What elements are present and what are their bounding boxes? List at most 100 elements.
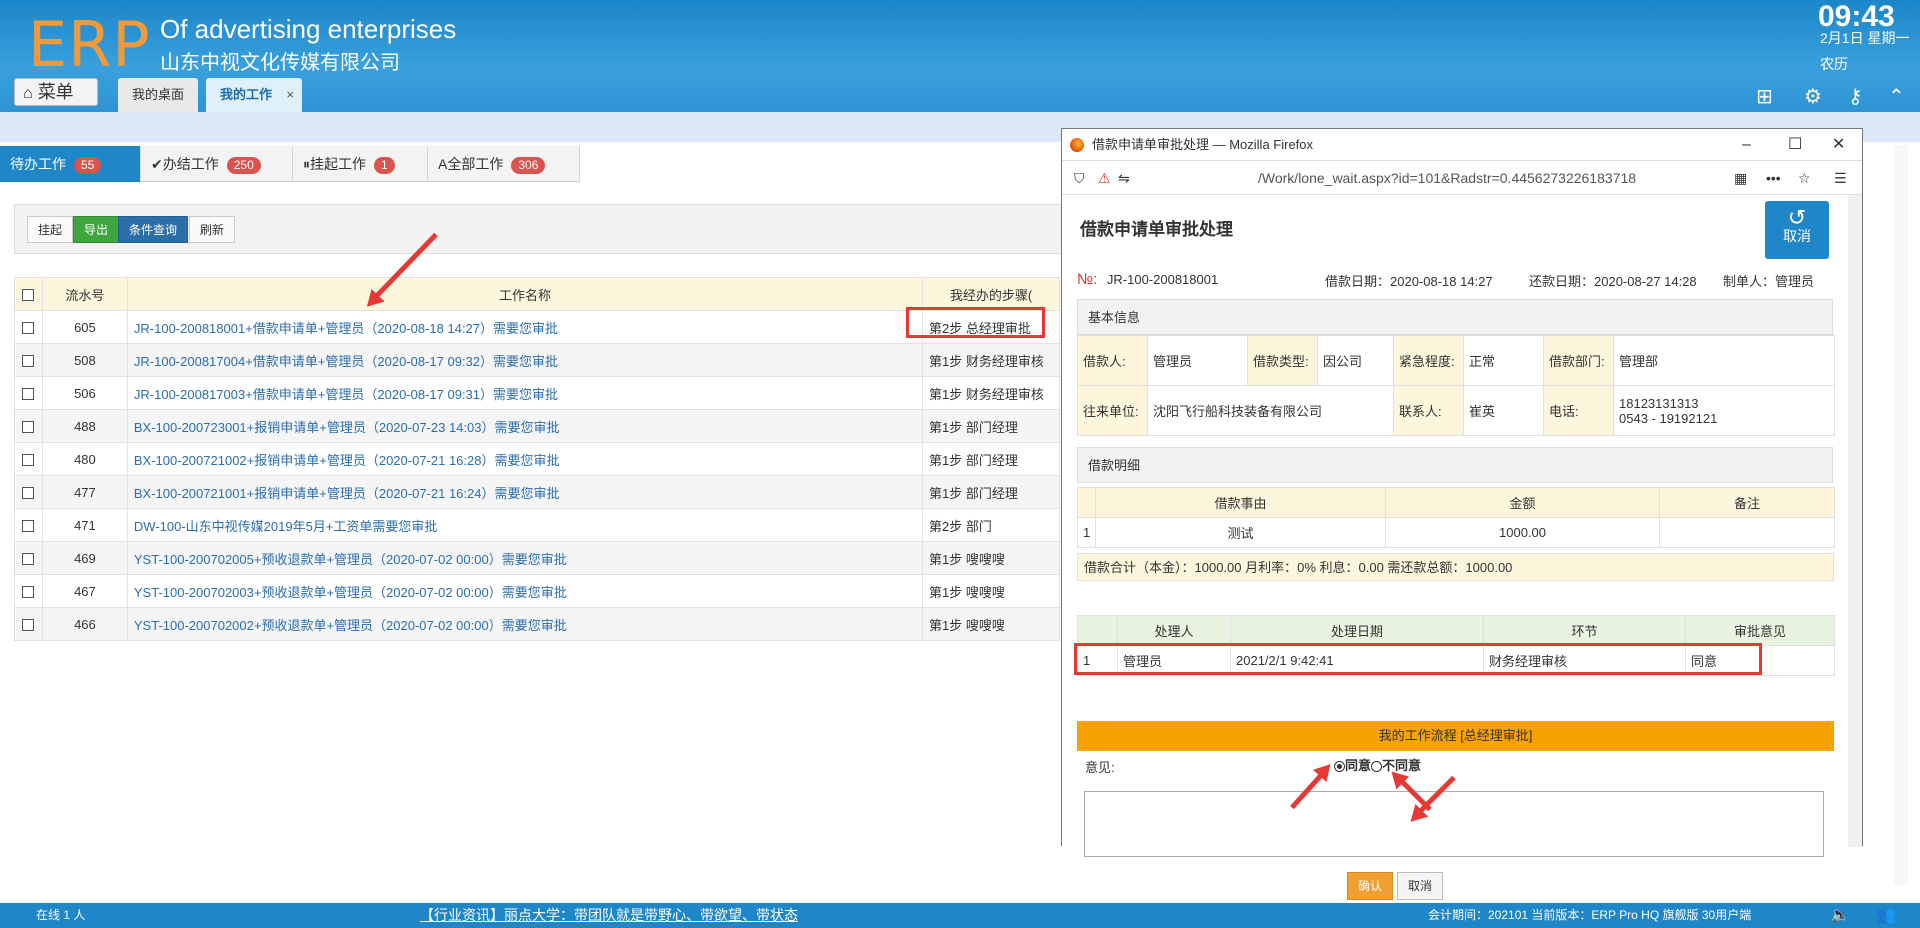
row-step: 第1步 部门经理 [922, 442, 1060, 476]
table-row[interactable]: 488 BX-100-200723001+报销申请单+管理员（2020-07-23… [14, 409, 1060, 443]
insecure-lock-icon[interactable]: ⚠ [1098, 161, 1111, 195]
table-row[interactable]: 469 YST-100-200702005+预收退款单+管理员（2020-07-0… [14, 541, 1060, 575]
close-icon[interactable]: × [286, 78, 294, 112]
more-icon[interactable]: ••• [1766, 161, 1781, 195]
row-select-cell[interactable] [14, 442, 43, 476]
work-item-link[interactable]: YST-100-200702005+预收退款单+管理员（2020-07-02 0… [134, 552, 567, 567]
tab-done-work[interactable]: ✔办结工作 250 [141, 146, 293, 182]
close-icon[interactable]: ✕ [1832, 129, 1845, 161]
pause-icon: ⏸ [303, 156, 310, 172]
col-header: 借款事由 [1095, 487, 1386, 518]
row-checkbox[interactable] [22, 520, 35, 533]
url-bar[interactable]: ⛉ ⚠ ⇋ /Work/lone_wait.aspx?id=101&Radstr… [1062, 161, 1862, 195]
basic-info-table: 借款人: 管理员 借款类型: 因公司 紧急程度: 正常 借款部门: 管理部 往来… [1077, 335, 1835, 436]
tab-all-work[interactable]: A全部工作 306 [428, 146, 580, 182]
col-header: 工作名称 [126, 277, 924, 311]
work-item-link[interactable]: BX-100-200721001+报销申请单+管理员（2020-07-21 16… [134, 486, 560, 501]
table-row[interactable]: 508 JR-100-200817004+借款申请单+管理员（2020-08-17… [14, 343, 1060, 377]
tab-my-desktop[interactable]: 我的桌面 [118, 78, 199, 112]
row-checkbox[interactable] [22, 322, 35, 335]
row-name: YST-100-200702003+预收退款单+管理员（2020-07-02 0… [126, 574, 924, 608]
company-name-cn: 山东中视文化传媒有限公司 [160, 52, 400, 74]
work-item-link[interactable]: YST-100-200702003+预收退款单+管理员（2020-07-02 0… [134, 585, 567, 600]
popup-scrollbar[interactable] [1848, 195, 1862, 847]
row-select-cell[interactable] [14, 343, 43, 377]
table-row[interactable]: 467 YST-100-200702003+预收退款单+管理员（2020-07-0… [14, 574, 1060, 608]
tab-pending-work[interactable]: 待办工作 55 [0, 146, 141, 182]
table-row[interactable]: 605 JR-100-200818001+借款申请单+管理员（2020-08-18… [14, 310, 1060, 344]
row-checkbox[interactable] [22, 487, 35, 500]
url-text[interactable]: /Work/lone_wait.aspx?id=101&Radstr=0.445… [1258, 161, 1636, 195]
table-row[interactable]: 471 DW-100-山东中视传媒2019年5月+工资单需要您审批 第2步 部门 [14, 508, 1060, 542]
page-scrollbar[interactable] [1894, 145, 1908, 885]
row-select-cell[interactable] [14, 541, 43, 575]
work-item-link[interactable]: JR-100-200817004+借款申请单+管理员（2020-08-17 09… [134, 354, 558, 369]
export-button[interactable]: 导出 [73, 216, 120, 243]
row-name: JR-100-200817004+借款申请单+管理员（2020-08-17 09… [126, 343, 924, 377]
row-select-cell[interactable] [14, 607, 43, 641]
gear-icon[interactable]: ⚙ [1804, 84, 1822, 109]
row-select-cell[interactable] [14, 376, 43, 410]
select-all-cell[interactable] [14, 277, 43, 311]
bookmark-star-icon[interactable]: ☆ [1798, 161, 1811, 195]
row-checkbox[interactable] [22, 388, 35, 401]
count-badge: 1 [374, 157, 395, 174]
row-id: 508 [41, 343, 128, 377]
work-item-link[interactable]: JR-100-200817003+借款申请单+管理员（2020-08-17 09… [134, 387, 558, 402]
key-icon[interactable]: ⚷ [1848, 84, 1863, 109]
suspend-button[interactable]: 挂起 [27, 216, 74, 243]
row-select-cell[interactable] [14, 508, 43, 542]
table-row[interactable]: 506 JR-100-200817003+借款申请单+管理员（2020-08-17… [14, 376, 1060, 410]
tab-suspended-work[interactable]: ⏸挂起工作 1 [293, 146, 428, 182]
row-checkbox[interactable] [22, 619, 35, 632]
hamburger-menu-icon[interactable]: ☰ [1834, 161, 1847, 195]
cancel-top-button[interactable]: ↺ 取消 [1765, 201, 1829, 259]
work-item-link[interactable]: BX-100-200721002+报销申请单+管理员（2020-07-21 16… [134, 453, 560, 468]
row-select-cell[interactable] [14, 409, 43, 443]
speaker-icon[interactable]: 🔈 [1830, 903, 1850, 928]
col-header [1077, 615, 1118, 646]
opinion-textarea[interactable] [1084, 791, 1824, 857]
cancel-button[interactable]: 取消 [1397, 872, 1443, 900]
borrower-value: 管理员 [1147, 335, 1248, 386]
row-checkbox[interactable] [22, 454, 35, 467]
users-icon[interactable]: 👥 [1876, 903, 1896, 928]
row-checkbox[interactable] [22, 553, 35, 566]
tab-my-work[interactable]: 我的工作 × [206, 78, 302, 112]
table-row[interactable]: 466 YST-100-200702002+预收退款单+管理员（2020-07-0… [14, 607, 1060, 641]
disagree-radio[interactable] [1371, 761, 1383, 773]
loan-type-value: 因公司 [1317, 335, 1394, 386]
work-item-link[interactable]: JR-100-200818001+借款申请单+管理员（2020-08-18 14… [134, 321, 558, 336]
row-select-cell[interactable] [14, 574, 43, 608]
minimize-icon[interactable]: – [1742, 129, 1751, 161]
grid-add-icon[interactable]: ⊞ [1756, 84, 1773, 109]
detail-title: 借款明细 [1077, 447, 1833, 483]
cancel-top-label: 取消 [1783, 228, 1811, 244]
row-select-cell[interactable] [14, 310, 43, 344]
shield-icon[interactable]: ⛉ [1074, 161, 1085, 195]
table-row[interactable]: 480 BX-100-200721002+报销申请单+管理员（2020-07-21… [14, 442, 1060, 476]
loan-date: 借款日期：2020-08-18 14:27 [1325, 274, 1493, 289]
collapse-up-icon[interactable]: ⌃ [1888, 84, 1905, 109]
maximize-icon[interactable]: ☐ [1788, 129, 1802, 161]
query-button[interactable]: 条件查询 [118, 216, 189, 243]
col-header: 审批意见 [1685, 615, 1835, 646]
row-checkbox[interactable] [22, 586, 35, 599]
row-checkbox[interactable] [22, 355, 35, 368]
qr-code-icon[interactable]: ▦ [1734, 161, 1747, 195]
table-row[interactable]: 477 BX-100-200721001+报销申请单+管理员（2020-07-21… [14, 475, 1060, 509]
online-count: 在线 1 人 [36, 908, 86, 922]
permissions-icon[interactable]: ⇋ [1118, 161, 1130, 195]
work-item-link[interactable]: DW-100-山东中视传媒2019年5月+工资单需要您审批 [134, 519, 438, 534]
row-checkbox[interactable] [22, 421, 35, 434]
refresh-button[interactable]: 刷新 [189, 216, 236, 243]
confirm-button[interactable]: 确认 [1347, 872, 1393, 900]
row-select-cell[interactable] [14, 475, 43, 509]
work-item-link[interactable]: YST-100-200702002+预收退款单+管理员（2020-07-02 0… [134, 618, 567, 633]
work-tabs: 待办工作 55 ✔办结工作 250 ⏸挂起工作 1 A全部工作 306 [0, 146, 580, 182]
work-item-link[interactable]: BX-100-200723001+报销申请单+管理员（2020-07-23 14… [134, 420, 560, 435]
agree-label[interactable]: 同意 [1345, 758, 1371, 773]
news-ticker[interactable]: 【行业资讯】丽点大学：带团队就是带野心、带欲望、带状态 [420, 903, 798, 928]
menu-button[interactable]: ⌂ 菜单 [14, 78, 98, 106]
select-all-checkbox[interactable] [22, 289, 35, 302]
